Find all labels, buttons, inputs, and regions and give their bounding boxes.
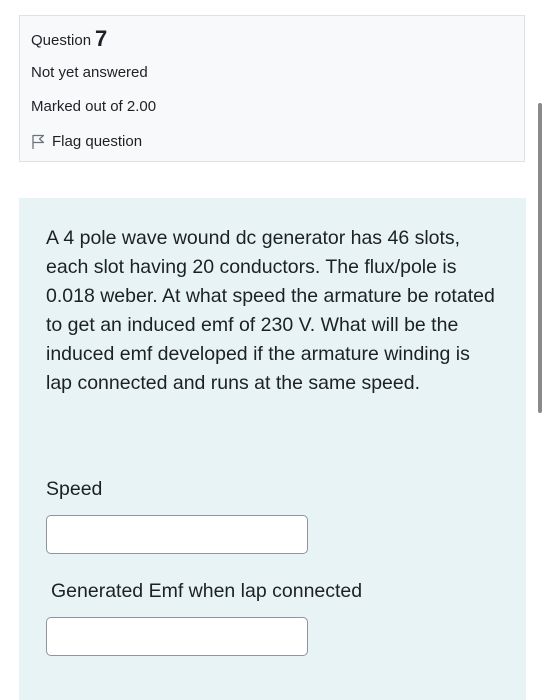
question-heading: Question 7 xyxy=(31,26,107,52)
question-info-panel: Question 7 Not yet answered Marked out of… xyxy=(19,15,525,162)
question-state: Not yet answered xyxy=(31,64,148,81)
flag-icon xyxy=(32,134,45,149)
flag-question-label: Flag question xyxy=(52,133,143,150)
emf-lap-input[interactable] xyxy=(46,617,308,656)
question-grade: Marked out of 2.00 xyxy=(31,98,157,115)
speed-input[interactable] xyxy=(46,515,308,554)
question-content: A 4 pole wave wound dc generator has 46 … xyxy=(19,198,526,700)
question-label: Question xyxy=(31,32,92,49)
scrollbar[interactable] xyxy=(538,103,542,413)
emf-lap-label: Generated Emf when lap connected xyxy=(51,580,363,602)
question-number: 7 xyxy=(95,26,108,51)
question-text: A 4 pole wave wound dc generator has 46 … xyxy=(46,227,495,394)
flag-question-link[interactable]: Flag question xyxy=(31,133,142,150)
speed-label: Speed xyxy=(46,478,103,500)
